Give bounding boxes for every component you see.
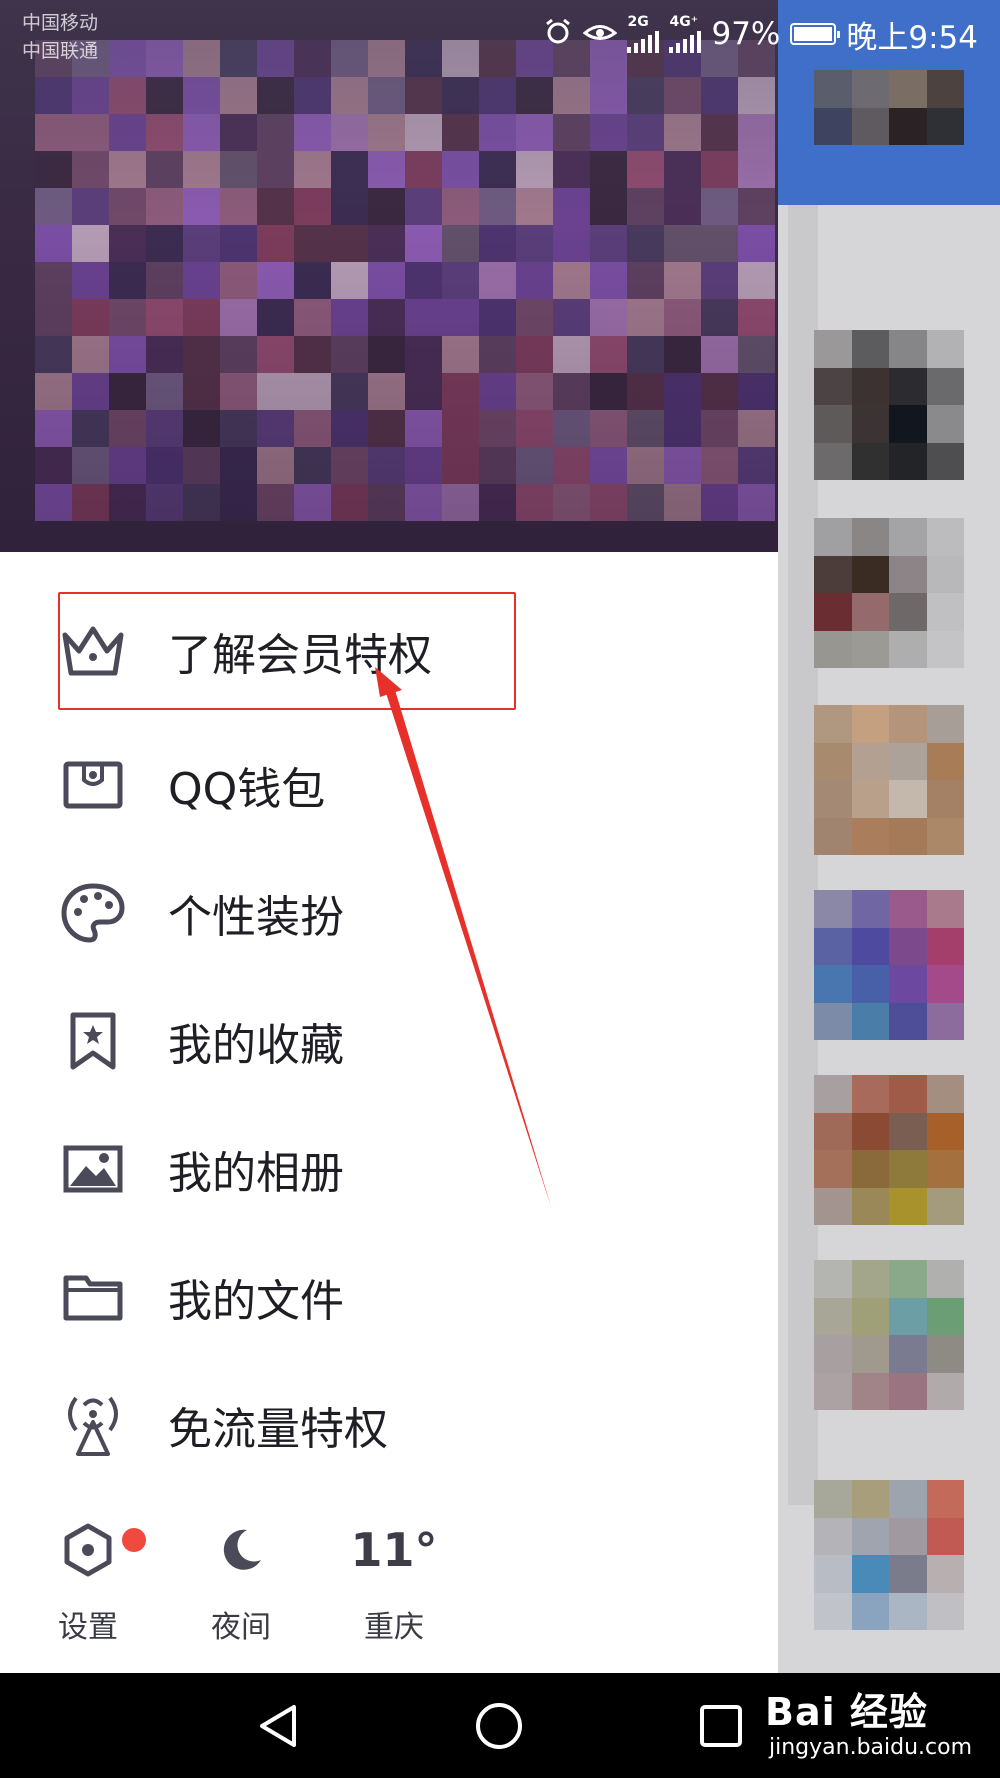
menu-item-free-data[interactable]: 免流量特权 <box>0 1370 778 1480</box>
menu-item-personalization[interactable]: 个性装扮 <box>0 858 778 968</box>
avatar <box>814 890 964 1040</box>
signal-2g-indicator: 2G <box>627 14 660 53</box>
bookmark-star-icon <box>58 1006 128 1076</box>
watermark-sub: jingyan.baidu.com <box>769 1735 973 1760</box>
folder-icon <box>58 1262 128 1332</box>
home-icon[interactable] <box>468 1695 530 1757</box>
avatar <box>814 330 964 480</box>
avatar <box>814 705 964 855</box>
battery-icon <box>790 23 841 45</box>
status-bar: 中国移动 中国联通 2G 4G⁺ 97% 晚上9:54 <box>0 0 1000 70</box>
annotation-highlight-box <box>58 592 516 710</box>
carrier-name-2: 中国联通 <box>22 40 99 62</box>
city-label: 重庆 <box>364 1610 424 1645</box>
temperature-value: 11° <box>350 1523 438 1577</box>
temperature: 11° <box>334 1520 454 1580</box>
menu-item-label: 免流量特权 <box>168 1404 388 1455</box>
eye-comfort-icon <box>583 16 618 52</box>
menu-item-label: QQ钱包 <box>168 764 326 815</box>
avatar <box>814 1260 964 1410</box>
network-type-4g: 4G⁺ <box>669 14 699 30</box>
menu-item-albums[interactable]: 我的相册 <box>0 1114 778 1224</box>
menu-item-qq-wallet[interactable]: QQ钱包 <box>0 730 778 840</box>
avatar <box>814 1075 964 1225</box>
wallet-icon <box>58 750 128 820</box>
menu-item-label: 我的文件 <box>168 1276 344 1327</box>
back-icon[interactable] <box>248 1695 310 1757</box>
notification-badge <box>122 1528 146 1552</box>
signal-icon <box>627 29 660 53</box>
avatar <box>814 70 964 145</box>
carrier-name-1: 中国移动 <box>22 12 99 34</box>
moon-icon <box>211 1520 271 1580</box>
image-icon <box>58 1134 128 1204</box>
clock: 晚上9:54 <box>846 19 978 56</box>
menu-item-files[interactable]: 我的文件 <box>0 1242 778 1352</box>
weather-widget[interactable]: 11° 重庆 <box>334 1520 454 1645</box>
menu-item-label: 我的收藏 <box>168 1020 344 1071</box>
night-mode-label: 夜间 <box>211 1610 271 1645</box>
status-indicators: 2G 4G⁺ 97% 晚上9:54 <box>543 12 978 56</box>
profile-header-photo[interactable] <box>0 0 778 552</box>
menu-item-label: 我的相册 <box>168 1148 344 1199</box>
battery-percent: 97% <box>711 16 781 52</box>
side-drawer <box>0 552 778 1673</box>
watermark-main: Bai 经验 <box>765 1690 928 1734</box>
avatar <box>814 518 964 668</box>
system-navigation-bar: Bai 经验 jingyan.baidu.com <box>0 1673 1000 1778</box>
alarm-icon <box>543 16 573 52</box>
palette-icon <box>58 878 128 948</box>
signal-4g-indicator: 4G⁺ <box>669 14 702 53</box>
signal-icon <box>669 29 702 53</box>
settings-hexagon-icon <box>58 1520 118 1580</box>
recents-icon[interactable] <box>690 1695 752 1757</box>
menu-item-favorites[interactable]: 我的收藏 <box>0 986 778 1096</box>
background-app-pane <box>778 0 1000 1673</box>
avatar <box>814 1480 964 1630</box>
menu-item-label: 个性装扮 <box>168 892 344 943</box>
photo-shade-overlay <box>0 0 778 552</box>
baidu-jingyan-watermark: Bai 经验 jingyan.baidu.com <box>765 1681 995 1771</box>
network-type-2g: 2G <box>627 14 649 30</box>
night-mode-button[interactable]: 夜间 <box>181 1520 301 1645</box>
broadcast-icon <box>58 1390 128 1460</box>
settings-label: 设置 <box>58 1610 118 1645</box>
